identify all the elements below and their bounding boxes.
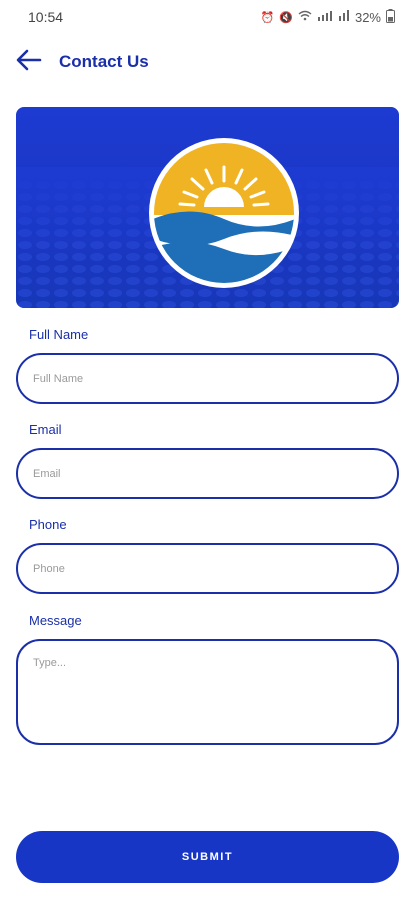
status-time: 10:54 [28, 9, 64, 25]
full-name-label: Full Name [29, 327, 89, 342]
email-label: Email [29, 422, 62, 437]
phone-label: Phone [29, 517, 67, 532]
mute-icon: 🔇 [279, 11, 293, 24]
status-bar: 10:54 ⏰ 🔇 32% [0, 0, 415, 34]
back-button[interactable] [16, 49, 44, 76]
email-input[interactable] [16, 448, 399, 499]
alarm-icon: ⏰ [260, 11, 275, 24]
phone-input[interactable] [16, 543, 399, 594]
battery-icon [386, 8, 395, 26]
battery-percentage: 32% [354, 9, 381, 25]
signal-icon-2 [338, 10, 350, 24]
page-title: Contact Us [59, 52, 149, 71]
submit-button[interactable]: SUBMIT [16, 831, 399, 883]
header-banner [16, 107, 399, 308]
full-name-input[interactable] [16, 353, 399, 404]
signal-icon [317, 10, 333, 24]
status-icons: ⏰ 🔇 32% [260, 8, 395, 26]
message-label: Message [29, 613, 82, 628]
wifi-icon [298, 10, 312, 24]
app-bar: Contact Us [0, 40, 415, 84]
message-textarea[interactable] [16, 639, 399, 745]
arrow-left-icon [16, 49, 42, 76]
company-logo [148, 137, 300, 289]
